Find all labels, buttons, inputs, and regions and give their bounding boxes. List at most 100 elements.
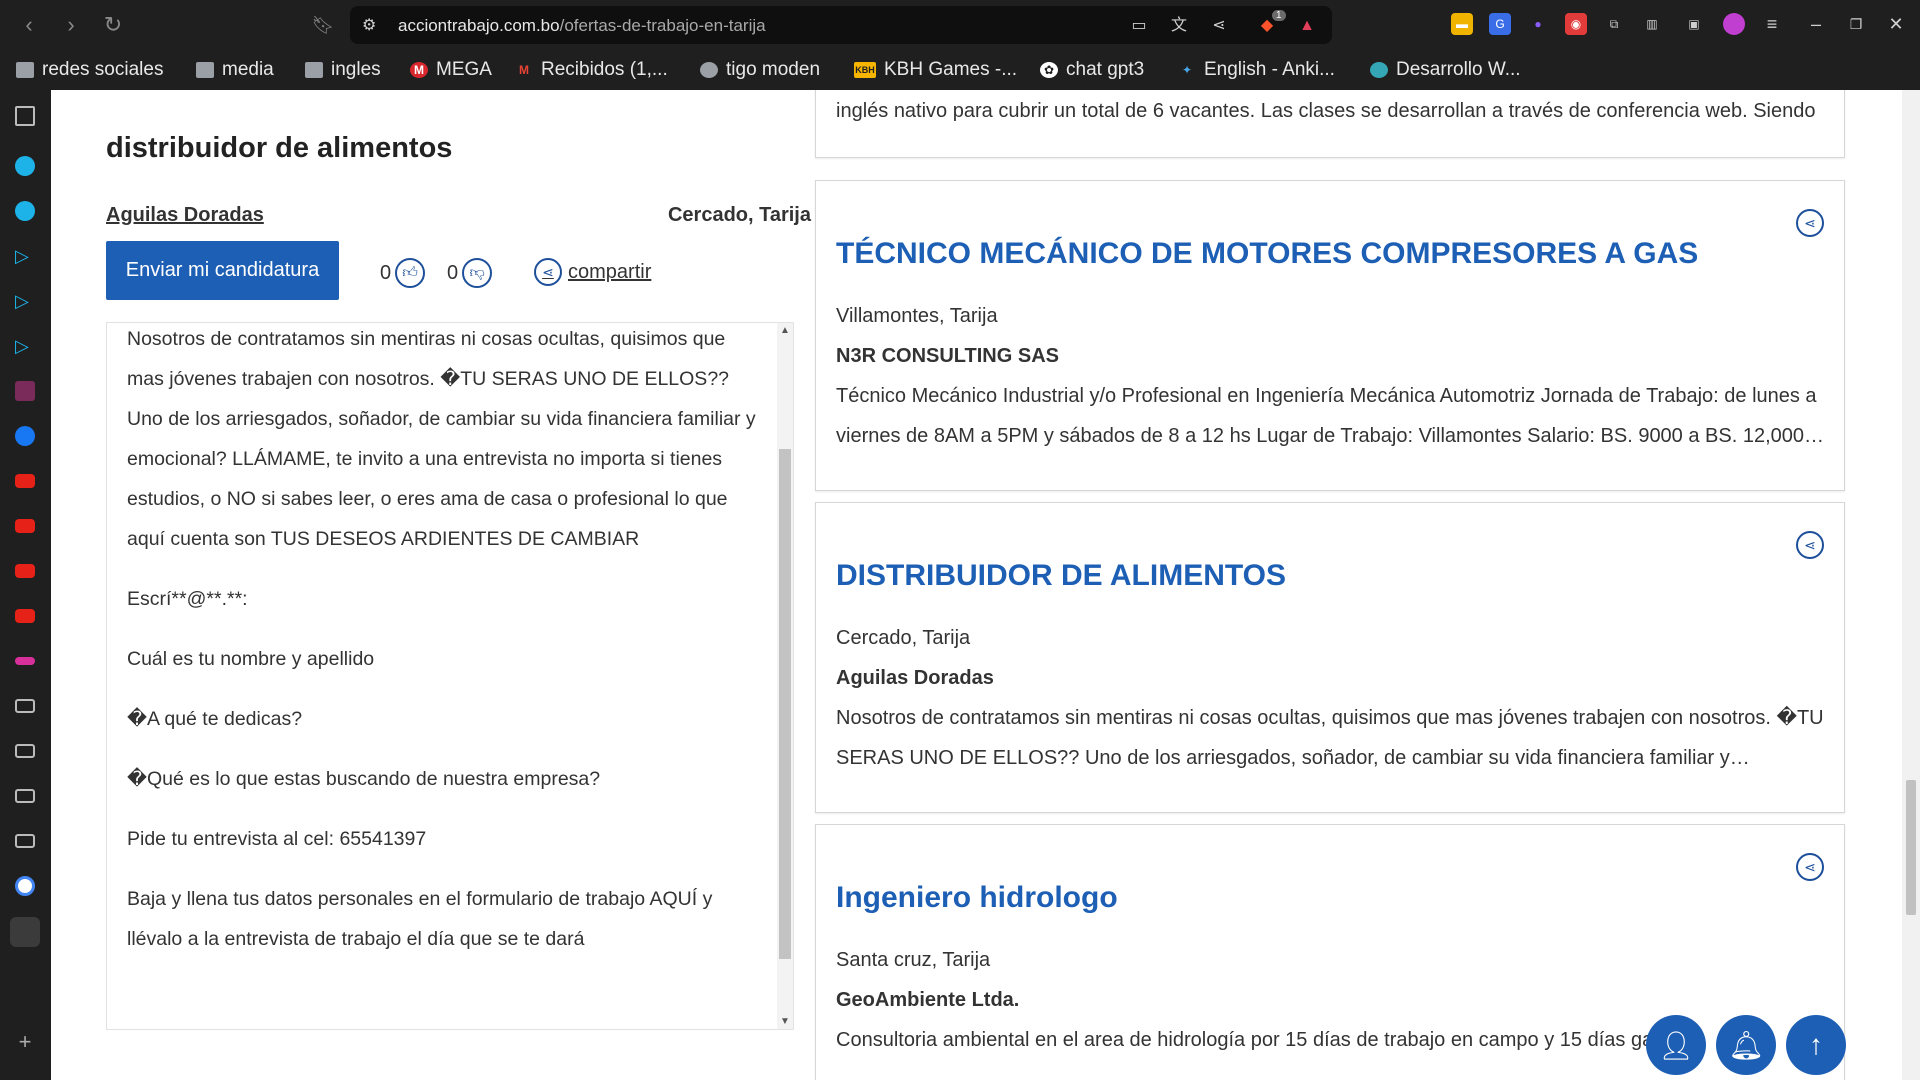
maximize-icon[interactable]: ❐ [1844,12,1868,36]
youtube-icon[interactable] [15,564,35,578]
play-icon[interactable]: ▷ [15,246,35,266]
scroll-up-icon[interactable]: ▲ [780,325,790,336]
description-scrollbar[interactable]: ▲ ▼ [777,323,793,1029]
job-card-location: Santa cruz, Tarija [836,949,991,971]
bookmark-media[interactable]: media [196,56,274,84]
share-link[interactable]: ⋖ compartir [534,258,651,286]
description-paragraph: Nosotros de contratamos sin mentiras ni … [127,328,756,550]
job-card-company: N3R CONSULTING SAS [836,345,1059,367]
job-location: Cercado, Tarija [667,204,811,226]
url-text[interactable]: acciontrabajo.com.bo/ofertas-de-trabajo-… [398,16,766,36]
scroll-down-icon[interactable]: ▼ [780,1016,790,1027]
sidebar-app-icon[interactable] [15,744,35,758]
extension-notes-icon[interactable]: ▬ [1451,13,1473,35]
register-button[interactable]: 👤︎ [1646,1015,1706,1075]
minimize-icon[interactable]: – [1804,12,1828,36]
sidebar-toggle-icon[interactable]: ▥ [1641,13,1663,35]
job-description-box[interactable]: Nosotros de contratamos sin mentiras ni … [106,322,794,1030]
menu-icon[interactable]: ≡ [1761,13,1783,35]
ed-icon [1370,62,1388,78]
browser-sidebar: ▷ ▷ ▷ + [0,90,50,1080]
screenshot-icon[interactable]: ◉ [1565,13,1587,35]
dislike-control[interactable]: 0 👎︎ [447,258,493,288]
facebook-icon[interactable] [15,426,35,446]
extensions-icon[interactable]: ⧉ [1603,13,1625,35]
play-icon[interactable]: ▷ [15,291,35,311]
share-label: compartir [568,260,652,283]
youtube-icon[interactable] [15,474,35,488]
sidebar-app-icon[interactable] [15,657,35,665]
add-icon[interactable]: + [15,1031,35,1053]
bell-icon: 🔔︎ [1728,1029,1764,1061]
google-translate-icon[interactable]: G [1489,13,1511,35]
share-icon[interactable]: ⋖ [1796,853,1824,881]
company-link[interactable]: Aguilas Doradas [106,204,264,227]
close-icon[interactable]: ✕ [1884,12,1908,36]
google-icon[interactable] [15,876,35,896]
like-control[interactable]: 0 👍︎ [380,258,426,288]
gmail-icon: M [519,63,529,77]
wallet-icon[interactable]: ▣ [1683,13,1705,35]
notifications-button[interactable]: 🔔︎ [1716,1015,1776,1075]
bookmark-gmail[interactable]: M Recibidos (1,... [515,56,668,84]
profile-avatar[interactable] [1723,13,1745,35]
job-card-title[interactable]: DISTRIBUIDOR DE ALIMENTOS [836,559,1286,593]
bookmark-ingles[interactable]: ingles [305,56,381,84]
address-bar[interactable]: ⚙ acciontrabajo.com.bo/ofertas-de-trabaj… [350,6,1332,44]
job-card[interactable]: ⋖ DISTRIBUIDOR DE ALIMENTOS Cercado, Tar… [815,502,1845,813]
sidebar-panel-icon[interactable] [15,106,35,126]
sidebar-app-icon[interactable] [15,699,35,713]
share-icon[interactable]: ⋖ [1796,209,1824,237]
thumbs-up-icon[interactable]: 👍︎ [395,258,426,288]
share-icon[interactable]: ⋖ [1208,15,1230,37]
translate-icon[interactable]: 文 [1168,15,1190,37]
job-card-partial[interactable]: inglés nativo para cubrir un total de 6 … [815,90,1845,158]
bookmark-desarrollo-web[interactable]: Desarrollo W... [1370,56,1521,84]
job-card-title[interactable]: TÉCNICO MECÁNICO DE MOTORES COMPRESORES … [836,237,1698,271]
bookmark-anki[interactable]: ✦ English - Anki... [1178,56,1335,84]
sidebar-app-icon[interactable] [15,156,35,176]
cast-icon[interactable]: ▭ [1128,15,1150,37]
job-card-description: Nosotros de contratamos sin mentiras ni … [836,707,1824,769]
job-title: distribuidor de alimentos [106,132,453,164]
bookmark-redes-sociales[interactable]: redes sociales [16,56,163,84]
thumbs-down-icon[interactable]: 👎︎ [462,258,493,288]
play-icon[interactable]: ▷ [15,336,35,356]
page-scrollbar[interactable] [1902,90,1920,1080]
job-description: Nosotros de contratamos sin mentiras ni … [127,323,757,979]
bookmark-chat-gpt3[interactable]: ✿ chat gpt3 [1040,56,1144,84]
extension-drop-icon[interactable]: ● [1527,13,1549,35]
sidebar-app-icon[interactable] [15,201,35,221]
description-scroll-thumb[interactable] [779,449,791,959]
youtube-icon[interactable] [15,609,35,623]
bookmark-icon[interactable]: 🔖︎ [310,12,336,38]
youtube-icon[interactable] [15,519,35,533]
job-card-company: Aguilas Doradas [836,667,994,689]
scroll-top-button[interactable]: ↑ [1786,1015,1846,1075]
browser-chrome: ‹ › ↻ 🔖︎ ⚙ acciontrabajo.com.bo/ofertas-… [0,0,1920,90]
sidebar-app-active-icon[interactable] [10,917,40,947]
anki-icon: ✦ [1181,63,1193,77]
job-listings-panel: inglés nativo para cubrir un total de 6 … [815,90,1902,1080]
like-count: 0 [380,261,392,284]
bookmark-tigo-moden[interactable]: tigo moden [700,56,820,84]
mega-icon: M [410,62,428,78]
brave-rewards-icon[interactable]: ▲ [1296,15,1318,37]
dislike-count: 0 [447,261,459,284]
job-card-location: Villamontes, Tarija [836,305,998,327]
job-card[interactable]: ⋖ TÉCNICO MECÁNICO DE MOTORES COMPRESORE… [815,180,1845,491]
forward-icon[interactable]: › [58,12,84,38]
site-settings-icon[interactable]: ⚙ [362,15,382,35]
sidebar-app-icon[interactable] [15,834,35,848]
apply-button[interactable]: Enviar mi candidatura [106,241,339,300]
folder-icon [16,62,34,78]
sidebar-app-icon[interactable] [15,789,35,803]
share-icon[interactable]: ⋖ [1796,531,1824,559]
bookmark-kbh-games[interactable]: KBH KBH Games -... [854,56,1017,84]
back-icon[interactable]: ‹ [16,12,42,38]
job-card-title[interactable]: Ingeniero hidrologo [836,881,1118,915]
page-scroll-thumb[interactable] [1906,780,1916,915]
reload-icon[interactable]: ↻ [100,12,126,38]
bookmark-mega[interactable]: M MEGA [410,56,492,84]
sidebar-app-icon[interactable] [15,381,35,401]
